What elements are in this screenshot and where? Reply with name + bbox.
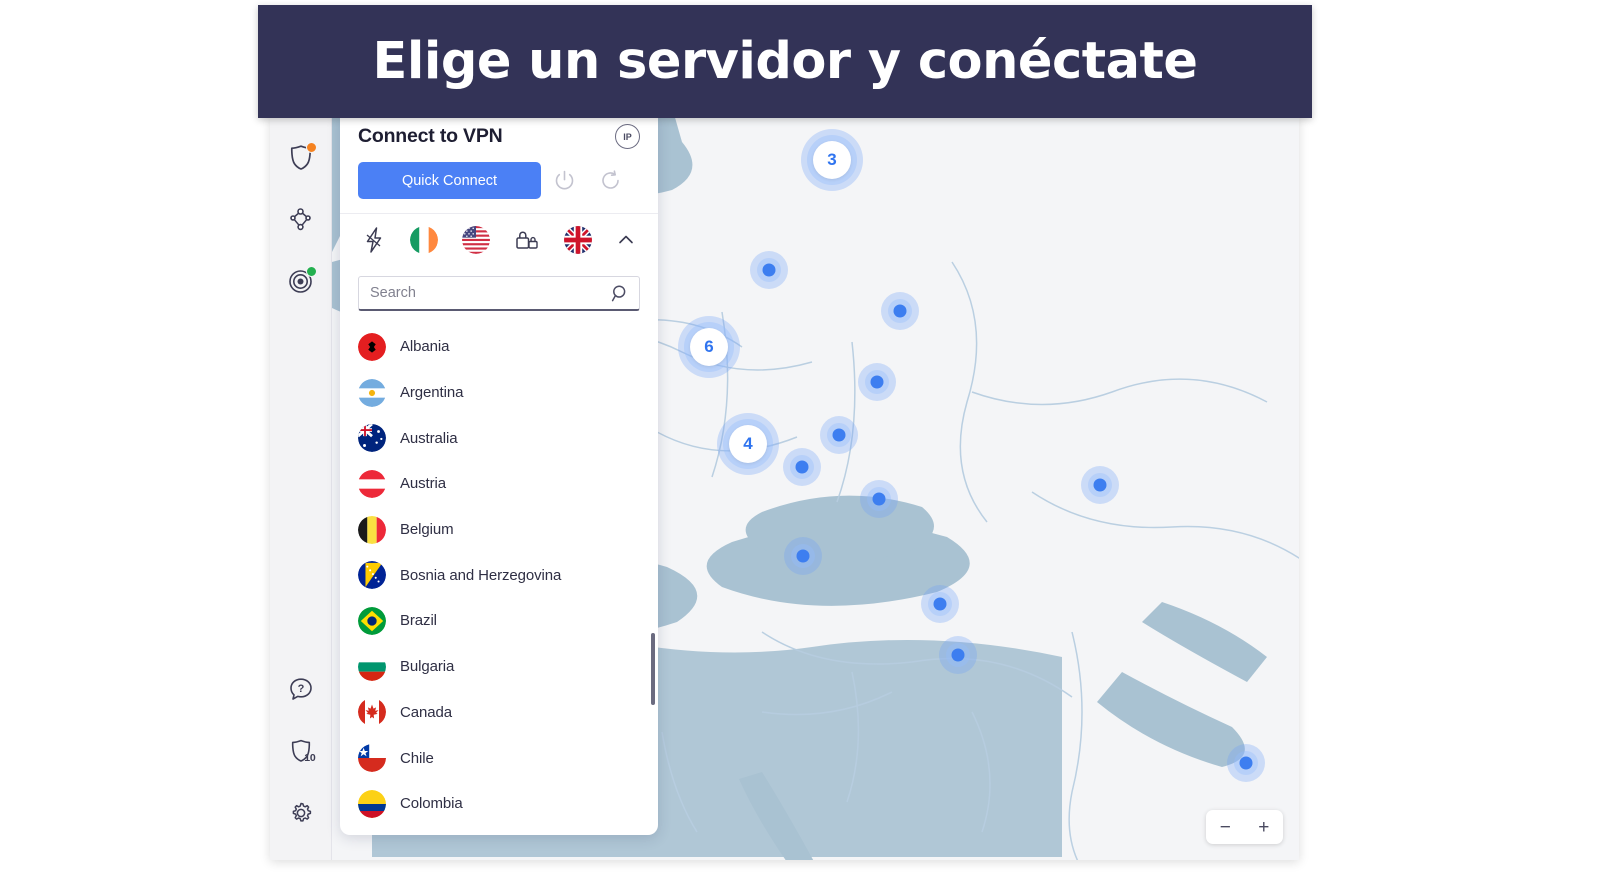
connect-to-vpn-panel: Connect to VPN IP Quick Connect Search A… bbox=[340, 112, 658, 835]
country-list-item[interactable]: Chile bbox=[340, 735, 658, 781]
help-icon: ? bbox=[289, 678, 312, 700]
country-list-item[interactable]: Canada bbox=[340, 690, 658, 736]
search-area bbox=[340, 268, 658, 315]
flag-icon bbox=[358, 606, 386, 635]
cluster-count-label: 3 bbox=[813, 141, 851, 179]
collapse-quick-row-button[interactable] bbox=[616, 230, 636, 250]
country-list-item[interactable]: Bosnia and Herzegovina bbox=[340, 552, 658, 598]
marker-dot bbox=[893, 304, 907, 318]
flag-uk-icon bbox=[564, 226, 592, 254]
flag-icon bbox=[358, 561, 386, 590]
device-count-label: 10 bbox=[304, 752, 316, 764]
status-badge-green bbox=[305, 266, 317, 277]
country-list-item[interactable]: Belgium bbox=[340, 507, 658, 553]
search-box[interactable] bbox=[358, 276, 640, 311]
sidebar-item-help[interactable]: ? bbox=[279, 667, 323, 711]
flag-icon bbox=[358, 424, 386, 453]
marker-dot bbox=[795, 460, 809, 474]
map-zoom-controls[interactable]: − + bbox=[1206, 810, 1283, 844]
page-title: Connect to VPN bbox=[358, 125, 503, 147]
status-badge-orange bbox=[305, 142, 317, 153]
quick-item-ireland[interactable] bbox=[410, 226, 438, 254]
banner-text: Elige un servidor y conéctate bbox=[372, 32, 1198, 91]
flag-icon bbox=[358, 515, 386, 544]
country-name-label: Albania bbox=[400, 338, 450, 356]
cluster-count-label: 6 bbox=[690, 328, 728, 366]
cluster-count-label: 4 bbox=[729, 425, 767, 463]
sidebar: ? 10 bbox=[270, 112, 332, 860]
marker-dot bbox=[1093, 478, 1107, 492]
country-list-scrollbar[interactable] bbox=[651, 633, 655, 705]
flag-usa-icon bbox=[462, 226, 490, 254]
country-name-label: Colombia bbox=[400, 795, 463, 813]
search-icon[interactable] bbox=[611, 284, 630, 303]
marker-dot bbox=[1239, 756, 1253, 770]
sidebar-item-devices[interactable]: 10 bbox=[279, 729, 323, 773]
flag-icon bbox=[358, 789, 386, 818]
chevron-up-icon bbox=[619, 235, 633, 244]
country-name-label: Australia bbox=[400, 429, 458, 447]
sidebar-bottom-group: ? 10 bbox=[279, 658, 323, 844]
refresh-button[interactable] bbox=[587, 162, 633, 199]
sidebar-top-group bbox=[279, 126, 323, 312]
flag-icon bbox=[358, 744, 386, 773]
country-name-label: Bulgaria bbox=[400, 658, 455, 676]
sidebar-item-settings[interactable] bbox=[279, 791, 323, 835]
mesh-icon bbox=[290, 207, 311, 230]
power-icon bbox=[555, 170, 573, 190]
marker-dot bbox=[870, 375, 884, 389]
quick-access-row bbox=[340, 213, 658, 268]
sidebar-item-meshnet[interactable] bbox=[279, 197, 323, 241]
refresh-icon bbox=[601, 170, 619, 189]
marker-dot bbox=[796, 549, 810, 563]
country-list-item[interactable]: Austria bbox=[340, 461, 658, 507]
panel-header: Connect to VPN IP Quick Connect bbox=[340, 112, 658, 213]
country-list-item[interactable]: Australia bbox=[340, 415, 658, 461]
gear-icon bbox=[292, 802, 311, 822]
instruction-banner: Elige un servidor y conéctate bbox=[258, 5, 1312, 118]
quick-item-double-vpn[interactable] bbox=[514, 227, 540, 253]
svg-text:?: ? bbox=[297, 683, 304, 695]
flag-icon bbox=[358, 469, 386, 498]
connect-row: Quick Connect bbox=[358, 162, 640, 213]
country-list-item[interactable]: Argentina bbox=[340, 370, 658, 416]
sidebar-item-protection[interactable] bbox=[279, 135, 323, 179]
country-list-item[interactable]: Brazil bbox=[340, 598, 658, 644]
flag-ireland-icon bbox=[410, 226, 438, 254]
zoom-in-button[interactable]: + bbox=[1245, 818, 1284, 837]
marker-dot bbox=[762, 263, 776, 277]
country-list-item[interactable]: Colombia bbox=[340, 781, 658, 827]
quick-item-united-states[interactable] bbox=[462, 226, 490, 254]
search-input[interactable] bbox=[370, 285, 611, 301]
flag-icon bbox=[358, 378, 386, 407]
country-name-label: Brazil bbox=[400, 612, 437, 630]
marker-dot bbox=[933, 597, 947, 611]
country-name-label: Austria bbox=[400, 475, 446, 493]
screenshot-root: ? 10 3 6 4 − + Connect to VPN IP Quick C… bbox=[0, 0, 1599, 892]
lightning-icon bbox=[366, 227, 382, 253]
flag-icon bbox=[358, 652, 386, 681]
country-list-item[interactable]: Bulgaria bbox=[340, 644, 658, 690]
country-name-label: Belgium bbox=[400, 521, 454, 539]
marker-dot bbox=[951, 648, 965, 662]
quick-item-united-kingdom[interactable] bbox=[564, 226, 592, 254]
double-lock-icon bbox=[516, 231, 538, 249]
country-list[interactable]: Albania Argentina Australia Austria Belgium B… bbox=[340, 315, 658, 835]
country-name-label: Bosnia and Herzegovina bbox=[400, 566, 562, 584]
quick-connect-button[interactable]: Quick Connect bbox=[358, 162, 541, 199]
country-name-label: Argentina bbox=[400, 384, 464, 402]
sidebar-item-threat-protection[interactable] bbox=[279, 259, 323, 303]
marker-dot bbox=[872, 492, 886, 506]
quick-item-fastest-server[interactable] bbox=[362, 226, 386, 254]
country-name-label: Chile bbox=[400, 749, 434, 767]
flag-icon bbox=[358, 332, 386, 361]
power-button[interactable] bbox=[541, 162, 587, 199]
marker-dot bbox=[832, 428, 846, 442]
country-list-item[interactable]: Albania bbox=[340, 324, 658, 370]
zoom-out-button[interactable]: − bbox=[1206, 818, 1245, 837]
ip-badge[interactable]: IP bbox=[615, 124, 640, 149]
flag-icon bbox=[358, 698, 386, 727]
country-name-label: Canada bbox=[400, 703, 452, 721]
